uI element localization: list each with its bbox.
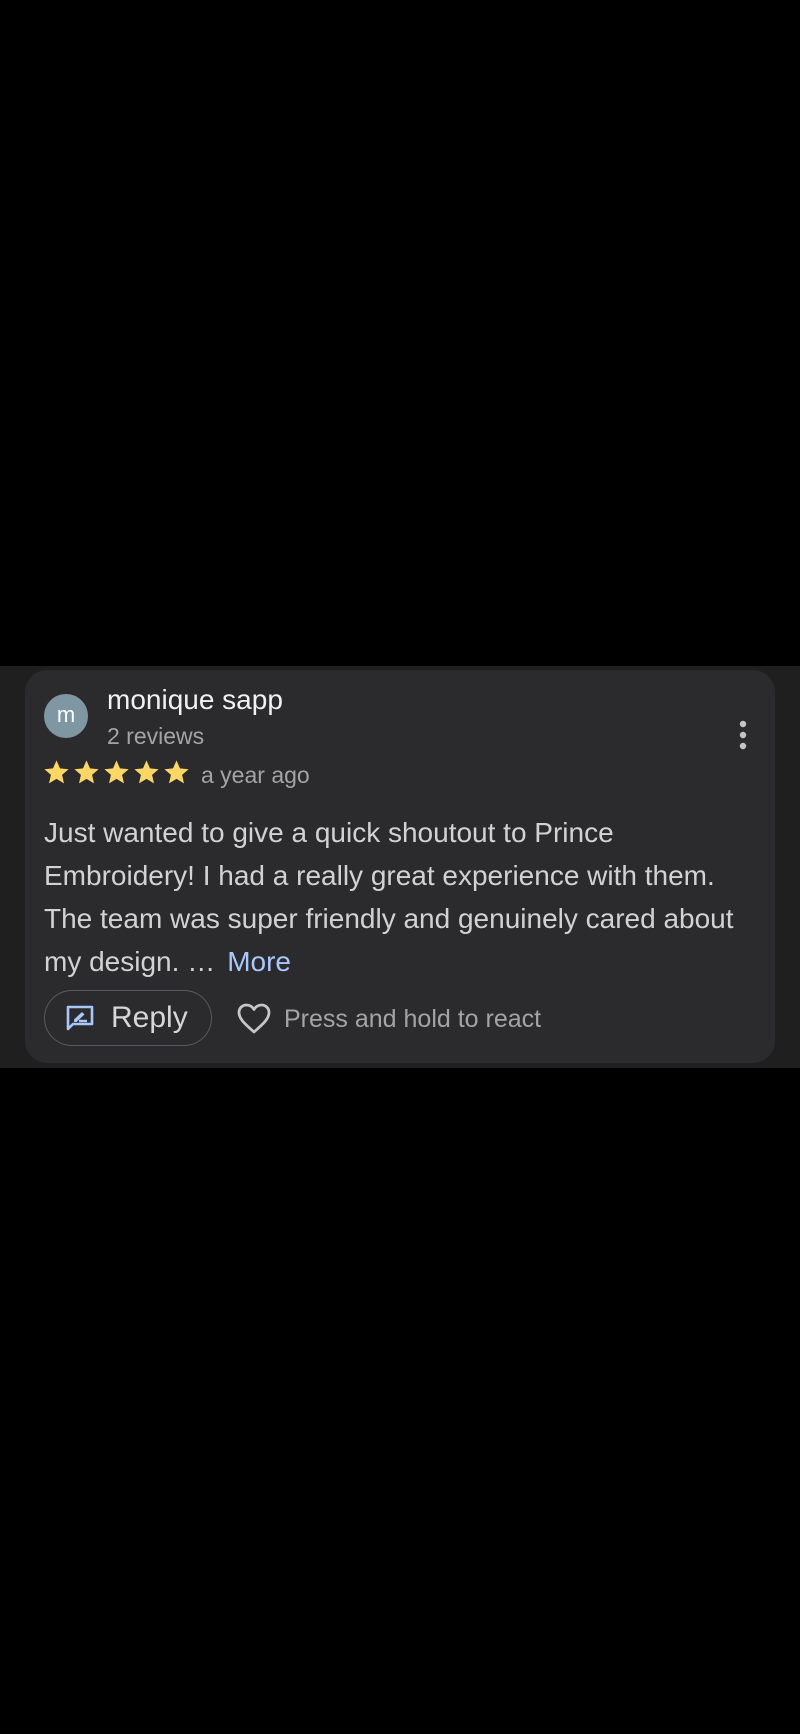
reply-button[interactable]: Reply — [44, 990, 212, 1046]
star-icon — [164, 760, 189, 784]
reviewer-review-count: 2 reviews — [107, 723, 205, 749]
review-time: a year ago — [201, 762, 310, 788]
star-icon — [134, 760, 159, 784]
react-hint: Press and hold to react — [284, 1005, 542, 1033]
star-rating — [42, 758, 191, 787]
reply-label: Reply — [111, 1001, 188, 1034]
review-ellipsis: … — [187, 946, 216, 977]
review-body: Just wanted to give a quick shoutout to … — [44, 817, 734, 977]
more-link[interactable]: More — [227, 946, 291, 977]
star-icon — [104, 760, 129, 784]
review-card: m monique sapp 2 reviews a year ago Just… — [25, 670, 775, 1063]
star-icon — [74, 760, 99, 784]
more-options-button[interactable] — [728, 710, 758, 760]
heart-icon[interactable] — [236, 1003, 272, 1035]
reviewer-name[interactable]: monique sapp — [107, 684, 283, 716]
star-icon — [44, 760, 69, 784]
review-text: Just wanted to give a quick shoutout to … — [44, 811, 744, 983]
reply-edit-icon — [66, 1005, 94, 1031]
more-vertical-icon — [739, 720, 747, 750]
avatar[interactable]: m — [44, 694, 88, 738]
